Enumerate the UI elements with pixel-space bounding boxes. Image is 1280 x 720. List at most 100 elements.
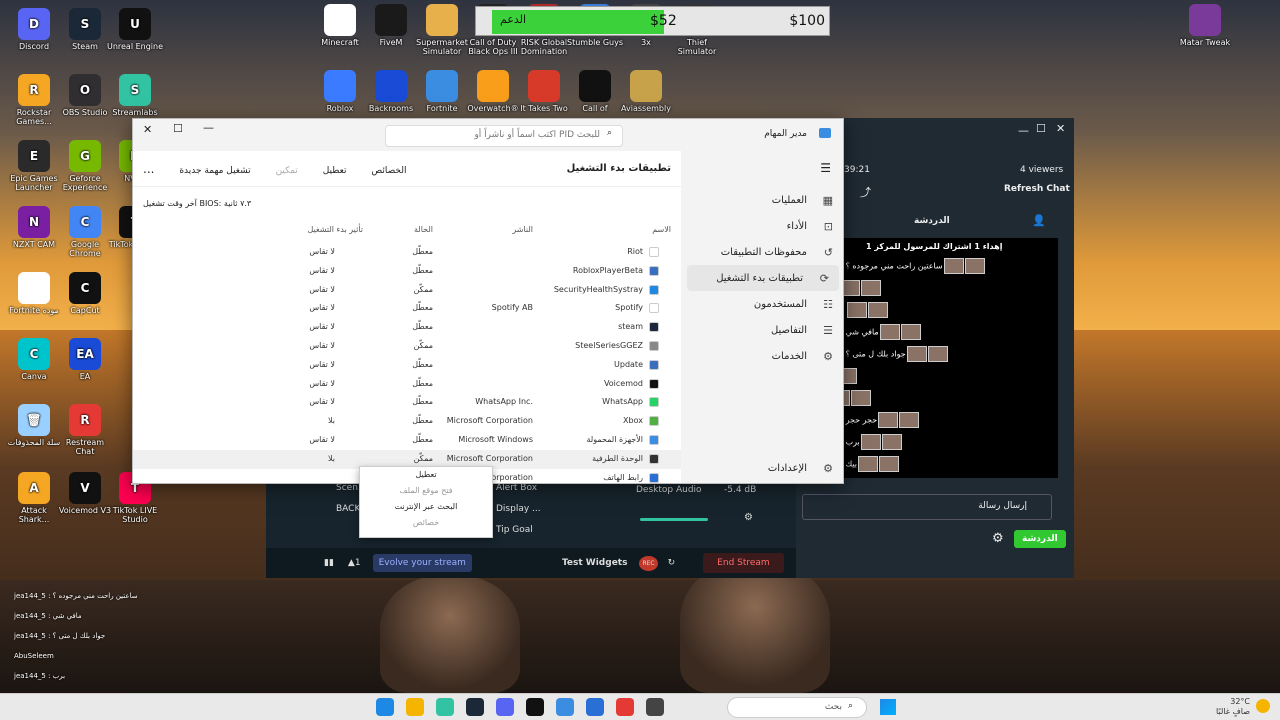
- rec-button[interactable]: REC: [639, 555, 658, 571]
- hamburger-menu-icon[interactable]: ☰: [683, 151, 843, 187]
- refresh-chat-button[interactable]: Refresh Chat: [1004, 184, 1070, 194]
- taskbar-app-icon[interactable]: [586, 698, 604, 716]
- sidebar-item[interactable]: الخدمات ⚙: [683, 343, 843, 369]
- run-new-task-button[interactable]: تشغيل مهمة جديدة: [179, 166, 250, 176]
- ctx-search-online[interactable]: البحث عبر الإنترنت: [360, 499, 492, 515]
- search-input[interactable]: اكتب اسماً أو ناشراً أو PID للبحث: [385, 125, 623, 147]
- properties-button[interactable]: الخصائص: [371, 166, 406, 176]
- desktop-icon[interactable]: C Canva: [5, 338, 63, 381]
- desktop-icon[interactable]: A Attack Shark...: [5, 472, 63, 524]
- sidebar-item[interactable]: الأداء ⊡: [683, 213, 843, 239]
- table-row[interactable]: Spotify Spotify AB معطّل لا تقاس: [133, 299, 681, 318]
- sidebar-item-settings[interactable]: الإعدادات ⚙: [683, 455, 843, 481]
- ctx-properties[interactable]: خصائص: [360, 515, 492, 531]
- desktop-icon[interactable]: R Restream Chat: [56, 404, 114, 456]
- taskbar-app-icon[interactable]: [526, 698, 544, 716]
- table-row[interactable]: Xbox Microsoft Corporation معطّل بلا: [133, 412, 681, 431]
- taskbar-app-icon[interactable]: [496, 698, 514, 716]
- header-name[interactable]: الاسم: [652, 225, 671, 234]
- desktop-icon[interactable]: Minecraft: [311, 4, 369, 47]
- desktop-icon[interactable]: Backrooms: [362, 70, 420, 113]
- taskbar-app-icon[interactable]: [406, 698, 424, 716]
- desktop-icon[interactable]: Fortnite مودة: [5, 272, 63, 315]
- chat-tab[interactable]: الدردشة: [914, 216, 950, 226]
- app-impact: لا تقاس: [309, 265, 335, 275]
- source-display[interactable]: Display ...: [496, 504, 541, 514]
- add-user-icon[interactable]: 👤: [1032, 214, 1046, 227]
- evolve-stream-button[interactable]: Evolve your stream: [372, 554, 472, 572]
- desktop-icon[interactable]: 🗑 سلة المحذوفات: [5, 404, 63, 447]
- header-status[interactable]: الحالة: [414, 225, 433, 234]
- header-publisher[interactable]: الناشر: [512, 225, 533, 234]
- desktop-icon[interactable]: Overwatch®: [464, 70, 522, 113]
- desktop-icon[interactable]: FiveM: [362, 4, 420, 47]
- desktop-icon[interactable]: D Discord: [5, 8, 63, 51]
- table-row[interactable]: RobloxPlayerBeta معطّل لا تقاس: [133, 262, 681, 281]
- maximize-button[interactable]: ☐: [173, 122, 183, 135]
- disable-button[interactable]: تعطيل: [323, 166, 347, 176]
- table-row[interactable]: SteelSeriesGGEZ ممكّن لا تقاس: [133, 337, 681, 356]
- sidebar-item[interactable]: محفوظات التطبيقات ↺: [683, 239, 843, 265]
- taskbar-app-icon[interactable]: [466, 698, 484, 716]
- desktop-icon[interactable]: C CapCut: [56, 272, 114, 315]
- desktop-icon[interactable]: S Streamlabs: [106, 74, 164, 117]
- taskbar-app-icon[interactable]: [556, 698, 574, 716]
- reset-icon[interactable]: ↻: [668, 558, 676, 568]
- chat-send-button[interactable]: الدردشة: [1014, 530, 1066, 548]
- weather-widget[interactable]: 32°C صافٍ غالبًا: [1216, 697, 1250, 717]
- share-icon[interactable]: ⤴: [860, 184, 871, 200]
- header-impact[interactable]: تأثير بدء التشغيل: [307, 225, 363, 234]
- desktop-icon[interactable]: U Unreal Engine: [106, 8, 164, 51]
- sidebar-item[interactable]: تطبيقات بدء التشغيل ⟳: [687, 265, 839, 291]
- end-stream-button[interactable]: End Stream: [703, 553, 784, 573]
- minimize-icon[interactable]: —: [1018, 124, 1029, 137]
- table-row[interactable]: SecurityHealthSystray ممكّن لا تقاس: [133, 281, 681, 300]
- table-row[interactable]: WhatsApp WhatsApp Inc. معطّل لا تقاس: [133, 393, 681, 412]
- audio-settings-icon[interactable]: ⚙: [744, 512, 753, 523]
- taskbar-app-icon[interactable]: [646, 698, 664, 716]
- sidebar-item[interactable]: العمليات ▦: [683, 187, 843, 213]
- table-row[interactable]: Update معطّل لا تقاس: [133, 356, 681, 375]
- app-status: معطّل: [412, 397, 433, 407]
- enable-button[interactable]: تمكين: [276, 166, 298, 176]
- test-widgets-button[interactable]: Test Widgets: [562, 558, 628, 568]
- taskbar-app-icon[interactable]: [616, 698, 634, 716]
- source-tip-goal[interactable]: Tip Goal: [496, 525, 533, 535]
- desktop-icon[interactable]: EA EA: [56, 338, 114, 381]
- ctx-disable[interactable]: تعطيل: [360, 467, 492, 483]
- desktop-icon[interactable]: Roblox: [311, 70, 369, 113]
- maximize-icon[interactable]: ☐: [1036, 122, 1046, 135]
- table-row[interactable]: الأجهزة المحمولة Microsoft Windows معطّل…: [133, 431, 681, 450]
- table-row[interactable]: steam معطّل لا تقاس: [133, 318, 681, 337]
- alert-icon[interactable]: ▲1: [348, 558, 361, 568]
- desktop-icon[interactable]: R Rockstar Games...: [5, 74, 63, 126]
- close-button[interactable]: ✕: [143, 123, 152, 136]
- table-row[interactable]: Voicemod معطّل لا تقاس: [133, 375, 681, 394]
- sidebar-item[interactable]: المستخدمون ☷: [683, 291, 843, 317]
- audio-slider[interactable]: [640, 518, 708, 521]
- desktop-icon[interactable]: Fortnite: [413, 70, 471, 113]
- desktop-icon-label: Minecraft: [321, 38, 359, 47]
- close-icon[interactable]: ✕: [1056, 122, 1065, 135]
- table-row[interactable]: Riot معطّل لا تقاس: [133, 243, 681, 262]
- desktop-icon[interactable]: Supermarket Simulator: [413, 4, 471, 56]
- taskbar-app-icon[interactable]: [376, 698, 394, 716]
- desktop-icon[interactable]: N NZXT CAM: [5, 206, 63, 249]
- scene-back[interactable]: BACK: [336, 504, 360, 514]
- minimize-button[interactable]: —: [203, 121, 214, 134]
- desktop-icon-label: Rockstar Games...: [16, 108, 52, 126]
- start-button[interactable]: [880, 699, 896, 715]
- desktop-icon[interactable]: Aviassembly: [617, 70, 675, 113]
- chat-input[interactable]: إرسال رسالة: [802, 494, 1052, 520]
- taskbar-search[interactable]: بحث: [727, 697, 867, 718]
- chat-settings-icon[interactable]: ⚙: [992, 531, 1004, 546]
- desktop-icon[interactable]: Call of: [566, 70, 624, 113]
- desktop-icon[interactable]: It Takes Two: [515, 70, 573, 113]
- desktop-icon[interactable]: Matar Tweak: [1176, 4, 1234, 47]
- taskbar-app-icon[interactable]: [436, 698, 454, 716]
- sidebar-item[interactable]: التفاصيل ☰: [683, 317, 843, 343]
- ctx-open-location[interactable]: فتح موقع الملف: [360, 483, 492, 499]
- more-button[interactable]: ...: [143, 162, 154, 176]
- desktop-icon[interactable]: E Epic Games Launcher: [5, 140, 63, 192]
- stats-icon[interactable]: ▮▮: [324, 558, 334, 568]
